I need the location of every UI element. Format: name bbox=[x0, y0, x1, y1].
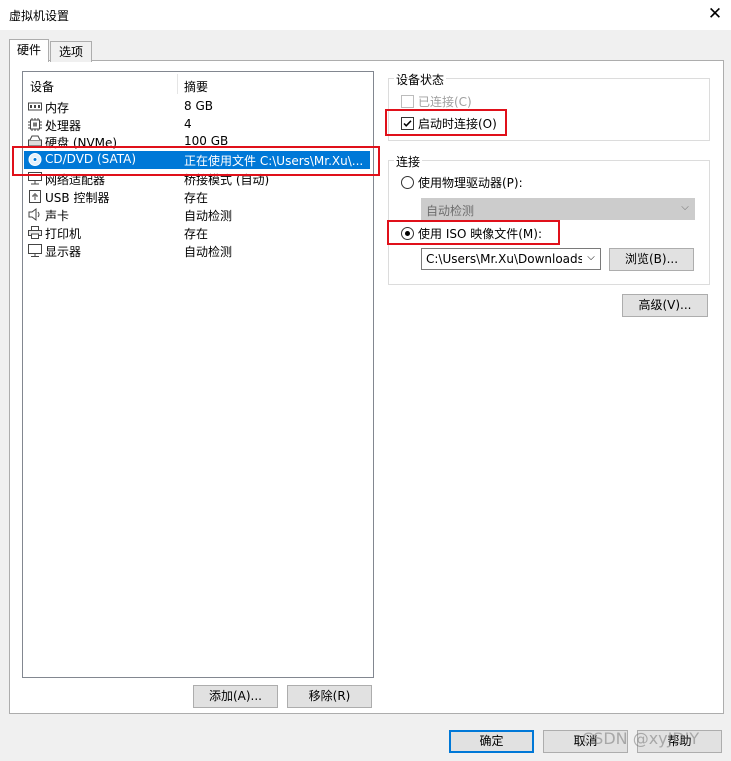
close-icon[interactable]: ✕ bbox=[704, 2, 726, 26]
device-row-memory[interactable]: 内存 8 GB bbox=[24, 98, 370, 116]
speaker-icon bbox=[28, 208, 40, 221]
usb-icon bbox=[29, 190, 41, 203]
memory-icon bbox=[28, 102, 42, 111]
device-row-printer[interactable]: 打印机 存在 bbox=[24, 224, 370, 242]
device-summary: 存在 bbox=[184, 191, 209, 205]
device-row-processor[interactable]: 处理器 4 bbox=[24, 116, 370, 134]
column-header-summary[interactable]: 摘要 bbox=[184, 78, 208, 95]
remove-button[interactable]: 移除(R) bbox=[287, 685, 372, 708]
iso-path-value: C:\Users\Mr.Xu\Downloads\ bbox=[426, 252, 582, 266]
iso-path-combo[interactable]: C:\Users\Mr.Xu\Downloads\ ⌵ bbox=[421, 248, 601, 270]
device-summary: 自动检测 bbox=[184, 209, 233, 223]
device-name: 显示器 bbox=[45, 245, 82, 259]
device-name: 打印机 bbox=[45, 227, 82, 241]
device-row-usb[interactable]: USB 控制器 存在 bbox=[24, 188, 370, 206]
physical-drive-value: 自动检测 bbox=[426, 204, 475, 218]
printer-icon bbox=[28, 226, 42, 239]
physical-drive-radio[interactable] bbox=[401, 176, 414, 189]
add-button[interactable]: 添加(A)... bbox=[193, 685, 278, 708]
device-status-legend: 设备状态 bbox=[394, 71, 447, 88]
device-summary: 存在 bbox=[184, 227, 209, 241]
connected-checkbox[interactable] bbox=[401, 95, 414, 108]
device-name: 处理器 bbox=[45, 119, 82, 133]
chevron-down-icon[interactable]: ⌵ bbox=[585, 250, 597, 266]
browse-button[interactable]: 浏览(B)... bbox=[609, 248, 694, 271]
column-separator[interactable] bbox=[177, 74, 178, 94]
device-row-display[interactable]: 显示器 自动检测 bbox=[24, 242, 370, 260]
monitor-icon bbox=[28, 244, 42, 257]
device-name: 内存 bbox=[45, 101, 70, 115]
highlight-box-iso-image bbox=[387, 220, 560, 245]
connection-legend: 连接 bbox=[394, 153, 423, 170]
title-bar bbox=[0, 0, 731, 30]
device-summary: 自动检测 bbox=[184, 245, 233, 259]
highlight-box-cd-dvd bbox=[12, 146, 380, 176]
connected-label: 已连接(C) bbox=[418, 95, 472, 109]
ok-button[interactable]: 确定 bbox=[449, 730, 534, 753]
physical-drive-label: 使用物理驱动器(P): bbox=[418, 176, 523, 190]
column-header-device[interactable]: 设备 bbox=[30, 78, 54, 95]
tab-hardware[interactable]: 硬件 bbox=[9, 39, 49, 62]
highlight-box-connect-at-power-on bbox=[385, 109, 507, 136]
physical-drive-select[interactable]: 自动检测 ⌵ bbox=[421, 198, 695, 220]
device-summary: 4 bbox=[184, 117, 192, 131]
device-row-sound-card[interactable]: 声卡 自动检测 bbox=[24, 206, 370, 224]
cpu-icon bbox=[28, 118, 42, 131]
chevron-down-icon: ⌵ bbox=[681, 202, 689, 213]
device-summary: 8 GB bbox=[184, 99, 213, 113]
window-title: 虚拟机设置 bbox=[9, 9, 70, 23]
advanced-button[interactable]: 高级(V)... bbox=[622, 294, 708, 317]
device-name: USB 控制器 bbox=[45, 191, 110, 205]
tab-options[interactable]: 选项 bbox=[50, 41, 92, 62]
device-name: 声卡 bbox=[45, 209, 70, 223]
watermark: CSDN @xyJDIY bbox=[582, 729, 700, 748]
